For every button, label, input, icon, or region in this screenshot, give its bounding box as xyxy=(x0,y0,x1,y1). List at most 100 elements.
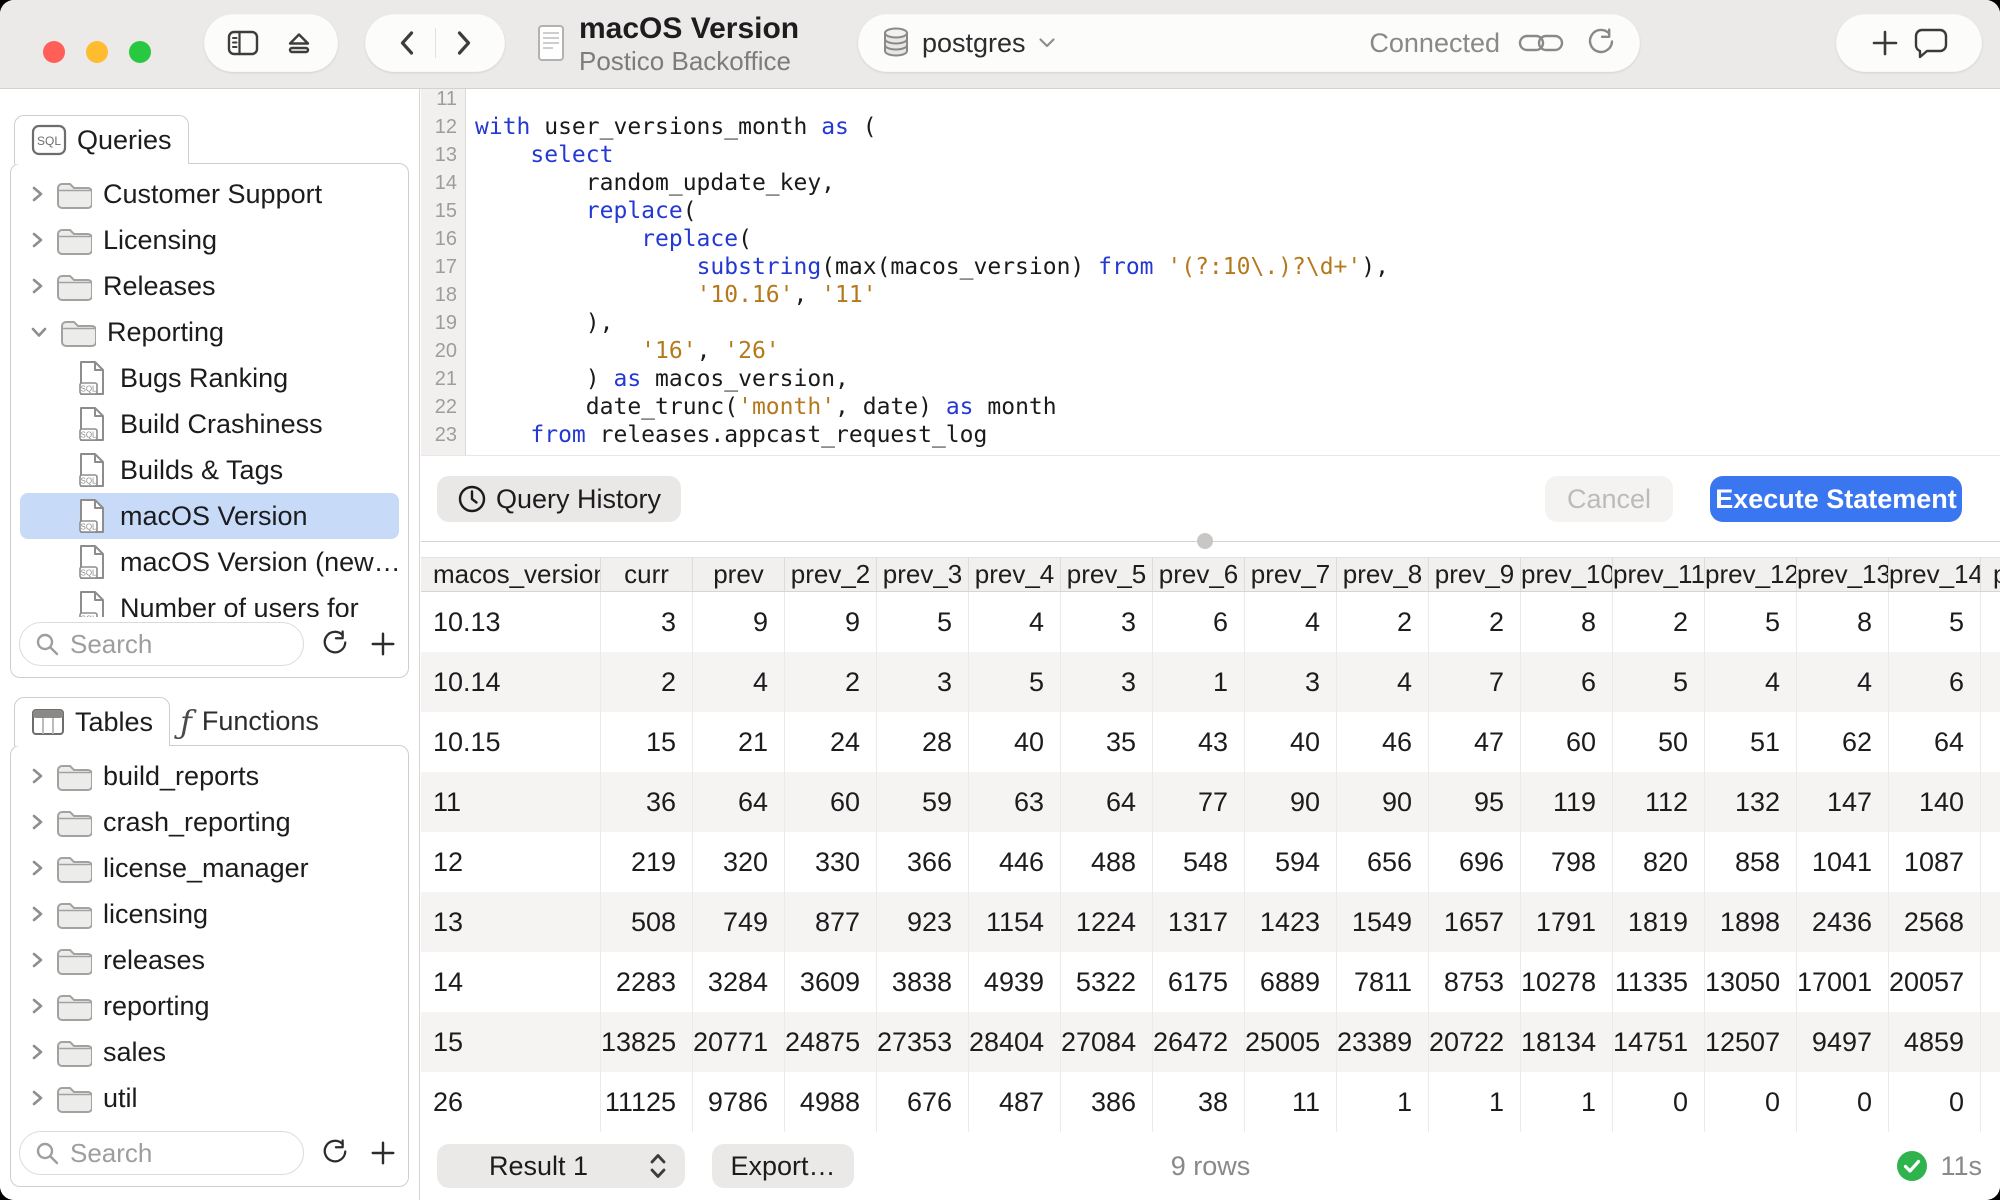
table-row-14[interactable]: 1422833284360938384939532261756889781187… xyxy=(421,952,2000,1012)
table-row-12[interactable]: 1221932033036644648854859465669679882085… xyxy=(421,832,2000,892)
sidebar-folder-reporting[interactable]: reporting xyxy=(20,983,399,1029)
sidebar-folder-crash-reporting[interactable]: crash_reporting xyxy=(20,799,399,845)
sql-file-icon: SQL xyxy=(78,544,106,580)
feedback-button[interactable] xyxy=(1914,27,1948,59)
column-header-prev_7[interactable]: prev_7 xyxy=(1245,558,1337,591)
sidebar-item-bugs-ranking[interactable]: SQLBugs Ranking xyxy=(20,355,399,401)
code-line-13[interactable]: 13 select xyxy=(421,141,2000,169)
column-header-curr[interactable]: curr xyxy=(601,558,693,591)
zoom-button[interactable] xyxy=(129,41,151,63)
chevron-down-icon[interactable] xyxy=(1038,37,1056,49)
table-row-10.15[interactable]: 10.15152124284035434046476050516264 xyxy=(421,712,2000,772)
table-row-15[interactable]: 1513825207712487527353284042708426472250… xyxy=(421,1012,2000,1072)
cell: 1087 xyxy=(1889,832,1981,892)
column-header-prev_10[interactable]: prev_10 xyxy=(1521,558,1613,591)
new-item-button[interactable] xyxy=(1870,28,1900,58)
column-header-prev_6[interactable]: prev_6 xyxy=(1153,558,1245,591)
table-row-11[interactable]: 1136646059636477909095119112132147140 xyxy=(421,772,2000,832)
column-header-prev[interactable]: prev xyxy=(693,558,785,591)
sidebar-item-builds-tags[interactable]: SQLBuilds & Tags xyxy=(20,447,399,493)
close-button[interactable] xyxy=(43,41,65,63)
cancel-label: Cancel xyxy=(1567,484,1651,515)
code-line-14[interactable]: 14 random_update_key, xyxy=(421,169,2000,197)
cell: 219 xyxy=(601,832,693,892)
tab-functions[interactable]: ƒ Functions xyxy=(180,697,319,746)
sidebar-item-build-crashiness[interactable]: SQLBuild Crashiness xyxy=(20,401,399,447)
code-line-19[interactable]: 19 ), xyxy=(421,309,2000,337)
sidebar-folder-licensing[interactable]: licensing xyxy=(20,891,399,937)
column-header-prev_5[interactable]: prev_5 xyxy=(1061,558,1153,591)
column-header-prev_14[interactable]: prev_14 xyxy=(1889,558,1981,591)
result-selector[interactable]: Result 1 xyxy=(437,1144,685,1188)
code-line-20[interactable]: 20 '16', '26' xyxy=(421,337,2000,365)
column-header-prev_8[interactable]: prev_8 xyxy=(1337,558,1429,591)
export-button[interactable]: Export… xyxy=(712,1144,854,1188)
disconnect-button[interactable] xyxy=(271,14,327,72)
tables-search-input[interactable]: Search xyxy=(19,1131,304,1175)
tab-queries[interactable]: SQL Queries xyxy=(14,115,189,164)
code-line-11[interactable]: 11 xyxy=(421,89,2000,113)
sidebar-folder-releases[interactable]: releases xyxy=(20,937,399,983)
table-row-10.14[interactable]: 10.14242353134765446 xyxy=(421,652,2000,712)
code-line-22[interactable]: 22 date_trunc('month', date) as month xyxy=(421,393,2000,421)
refresh-queries-button[interactable] xyxy=(318,630,352,658)
cell: 0 xyxy=(1797,1072,1889,1132)
code-line-23[interactable]: 23 from releases.appcast_request_log xyxy=(421,421,2000,449)
sidebar-folder-reporting[interactable]: Reporting xyxy=(20,309,399,355)
back-button[interactable] xyxy=(379,14,435,72)
queries-search-input[interactable]: Search xyxy=(19,622,304,666)
column-header-prev_3[interactable]: prev_3 xyxy=(877,558,969,591)
column-header-prev_9[interactable]: prev_9 xyxy=(1429,558,1521,591)
connection-link-icon[interactable] xyxy=(1518,29,1564,57)
sql-editor[interactable]: 1112with user_versions_month as (13 sele… xyxy=(421,89,2000,455)
column-header-prev_11[interactable]: prev_11 xyxy=(1613,558,1705,591)
cell: 5 xyxy=(877,592,969,652)
column-header-prev_15[interactable]: prev_15 xyxy=(1981,558,2000,591)
database-name[interactable]: postgres xyxy=(922,28,1026,59)
sidebar-folder-customer-support[interactable]: Customer Support xyxy=(20,171,399,217)
code-line-15[interactable]: 15 replace( xyxy=(421,197,2000,225)
table-row-13[interactable]: 1350874987792311541224131714231549165717… xyxy=(421,892,2000,952)
execute-statement-button[interactable]: Execute Statement xyxy=(1710,476,1962,522)
add-table-button[interactable] xyxy=(366,1139,400,1167)
code-line-21[interactable]: 21 ) as macos_version, xyxy=(421,365,2000,393)
sidebar-folder-build-reports[interactable]: build_reports xyxy=(20,753,399,799)
sql-badge-icon: SQL xyxy=(31,124,67,156)
sidebar-folder-releases[interactable]: Releases xyxy=(20,263,399,309)
column-header-prev_12[interactable]: prev_12 xyxy=(1705,558,1797,591)
column-header-prev_2[interactable]: prev_2 xyxy=(785,558,877,591)
cell: 8753 xyxy=(1429,952,1521,1012)
toggle-sidebar-button[interactable] xyxy=(215,14,271,72)
sidebar-item-macos-version-new[interactable]: SQLmacOS Version (new… xyxy=(20,539,399,585)
pane-splitter[interactable] xyxy=(421,541,2000,542)
reconnect-button[interactable] xyxy=(1586,28,1616,58)
column-header-prev_13[interactable]: prev_13 xyxy=(1797,558,1889,591)
forward-button[interactable] xyxy=(436,14,492,72)
tab-tables[interactable]: Tables xyxy=(14,697,170,746)
cell: 59 xyxy=(877,772,969,832)
code-line-18[interactable]: 18 '10.16', '11' xyxy=(421,281,2000,309)
sidebar-folder-license-manager[interactable]: license_manager xyxy=(20,845,399,891)
refresh-tables-button[interactable] xyxy=(318,1139,352,1167)
cell: 330 xyxy=(785,832,877,892)
sidebar-folder-licensing[interactable]: Licensing xyxy=(20,217,399,263)
column-header-prev_4[interactable]: prev_4 xyxy=(969,558,1061,591)
line-number: 15 xyxy=(421,197,465,225)
sidebar-folder-sales[interactable]: sales xyxy=(20,1029,399,1075)
cell: 5322 xyxy=(1061,952,1153,1012)
sidebar-folder-util[interactable]: util xyxy=(20,1075,399,1121)
sidebar-item-macos-version[interactable]: SQLmacOS Version xyxy=(20,493,399,539)
cancel-button[interactable]: Cancel xyxy=(1545,476,1673,522)
document-proxy-icon[interactable] xyxy=(536,24,566,64)
code-line-16[interactable]: 16 replace( xyxy=(421,225,2000,253)
code-line-12[interactable]: 12with user_versions_month as ( xyxy=(421,113,2000,141)
table-row-10.13[interactable]: 10.13399543642282585 xyxy=(421,592,2000,652)
minimize-button[interactable] xyxy=(86,41,108,63)
code-line-17[interactable]: 17 substring(max(macos_version) from '(?… xyxy=(421,253,2000,281)
query-history-button[interactable]: Query History xyxy=(437,476,681,522)
column-header-macos_version[interactable]: macos_version xyxy=(421,558,601,591)
add-query-button[interactable] xyxy=(366,630,400,658)
splitter-handle[interactable] xyxy=(1197,533,1213,549)
table-row-26[interactable]: 26111259786498867648738638111110000 xyxy=(421,1072,2000,1132)
line-number: 12 xyxy=(421,113,465,141)
